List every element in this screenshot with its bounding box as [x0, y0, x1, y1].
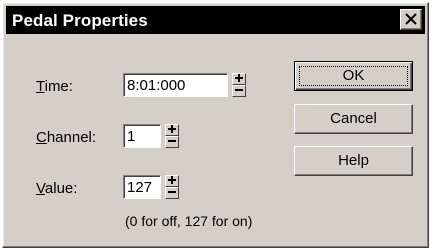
minus-icon [168, 140, 176, 142]
minus-icon [235, 89, 243, 91]
close-x-icon [405, 13, 417, 25]
value-input[interactable]: 127 [123, 175, 161, 199]
time-decrement-button[interactable] [232, 85, 246, 97]
value-spinner[interactable] [165, 175, 179, 199]
dialog-title: Pedal Properties [12, 11, 148, 30]
title-bar[interactable]: Pedal Properties [6, 6, 425, 34]
channel-input[interactable]: 1 [123, 124, 161, 148]
channel-decrement-button[interactable] [165, 136, 179, 148]
channel-label: Channel: [36, 129, 97, 146]
value-increment-button[interactable] [165, 175, 179, 187]
time-spinner[interactable] [232, 73, 246, 97]
value-label: Value: [36, 180, 78, 197]
minus-icon [168, 191, 176, 193]
value-decrement-button[interactable] [165, 187, 179, 199]
close-button[interactable] [400, 9, 422, 30]
pedal-properties-dialog: Pedal Properties Time: 8:01:000 Channel:… [2, 2, 429, 248]
cancel-button[interactable]: Cancel [294, 104, 413, 134]
channel-spinner[interactable] [165, 124, 179, 148]
channel-increment-button[interactable] [165, 124, 179, 136]
help-button[interactable]: Help [294, 146, 413, 176]
value-hint-text: (0 for off, 127 for on) [125, 213, 253, 229]
time-label: Time: [36, 78, 73, 95]
ok-button[interactable]: OK [294, 61, 413, 91]
time-increment-button[interactable] [232, 73, 246, 85]
time-input[interactable]: 8:01:000 [123, 73, 228, 97]
